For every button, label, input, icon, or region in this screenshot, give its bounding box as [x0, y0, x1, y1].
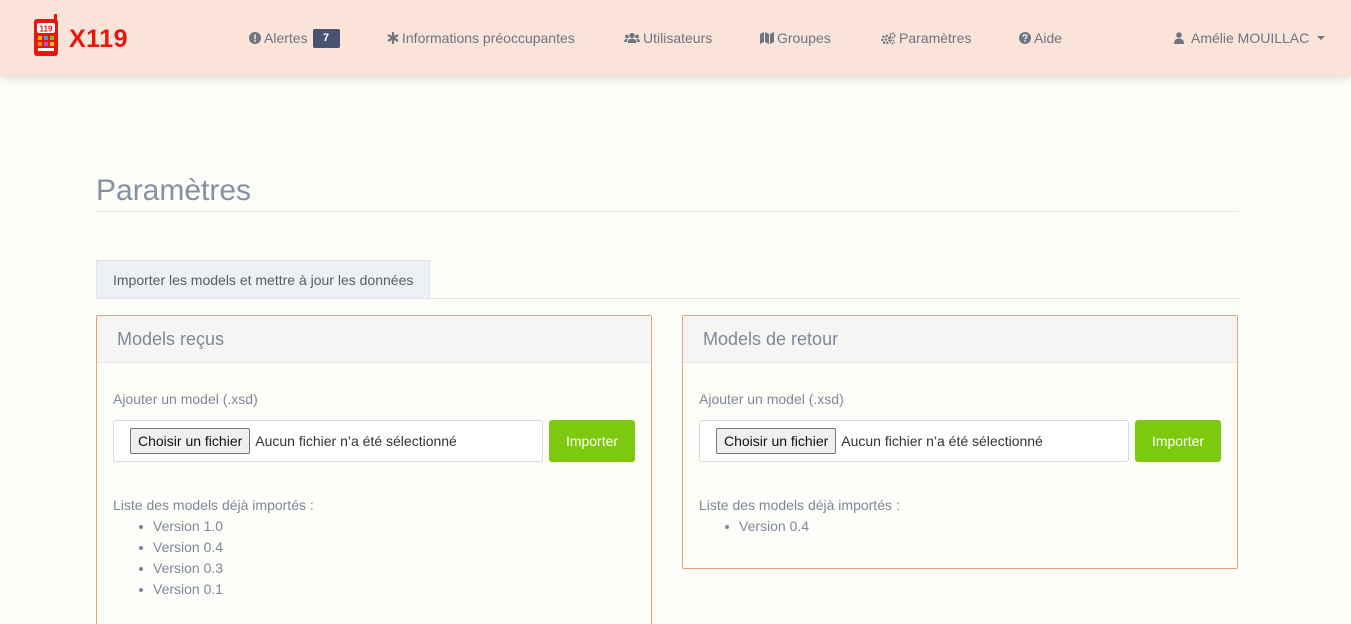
return-panel-title: Models de retour	[683, 316, 1237, 363]
list-item: Version 0.1	[137, 581, 223, 602]
return-models-panel: Models de retour Ajouter un model (.xsd)…	[682, 315, 1238, 569]
received-file-input[interactable]: Choisir un fichier Aucun fichier n’a été…	[113, 420, 543, 462]
return-version-list: Version 0.4	[723, 518, 809, 539]
received-file-status: Aucun fichier n’a été sélectionné	[255, 433, 457, 449]
nav-alerts[interactable]: Alertes 7	[249, 28, 340, 48]
received-field-label: Ajouter un model (.xsd)	[113, 391, 258, 407]
list-item: Version 1.0	[137, 518, 223, 539]
return-choose-file-button[interactable]: Choisir un fichier	[716, 428, 837, 454]
tab-divider	[96, 298, 1239, 299]
caret-down-icon	[1317, 36, 1326, 40]
received-models-panel: Models reçus Ajouter un model (.xsd) Cho…	[96, 315, 652, 624]
return-field-label: Ajouter un model (.xsd)	[699, 391, 844, 407]
return-file-input[interactable]: Choisir un fichier Aucun fichier n’a été…	[699, 420, 1129, 462]
map-icon	[760, 32, 774, 44]
brand-name: X119	[69, 24, 129, 53]
nav-groups[interactable]: Groupes	[760, 29, 831, 47]
tab-import-models[interactable]: Importer les models et mettre à jour les…	[96, 260, 430, 299]
users-icon	[624, 32, 640, 44]
user-menu[interactable]: Amélie MOUILLAC	[1174, 29, 1326, 47]
gears-icon	[880, 31, 896, 45]
nav-alerts-label: Alertes	[264, 30, 308, 46]
nav-settings-label: Paramètres	[899, 30, 972, 46]
return-list-label: Liste des models déjà importés :	[699, 497, 900, 513]
exclamation-circle-icon	[249, 32, 261, 44]
list-item: Version 0.4	[137, 539, 223, 560]
nav-help-label: Aide	[1034, 30, 1063, 46]
question-circle-icon	[1019, 32, 1031, 44]
nav-informations-label: Informations préoccupantes	[402, 30, 575, 46]
list-item: Version 0.3	[137, 560, 223, 581]
received-list-label: Liste des models déjà importés :	[113, 497, 314, 513]
nav-informations[interactable]: Informations préoccupantes	[387, 29, 575, 47]
brand-logo[interactable]: 119 X119	[31, 14, 128, 58]
title-divider	[96, 211, 1239, 212]
nav-users[interactable]: Utilisateurs	[624, 29, 712, 47]
phone-logo-icon: 119	[31, 14, 61, 58]
page-title: Paramètres	[96, 174, 252, 207]
return-import-button[interactable]: Importer	[1135, 420, 1221, 462]
asterisk-icon	[387, 32, 399, 44]
received-version-list: Version 1.0 Version 0.4 Version 0.3 Vers…	[137, 518, 223, 602]
nav-settings[interactable]: Paramètres	[880, 29, 971, 47]
user-name: Amélie MOUILLAC	[1191, 30, 1310, 46]
nav-users-label: Utilisateurs	[643, 30, 713, 46]
nav-help[interactable]: Aide	[1019, 29, 1062, 47]
top-navbar: 119 X119 Alertes 7 Informations préoccup…	[0, 0, 1351, 76]
logo-badge-text: 119	[40, 25, 53, 34]
user-icon	[1174, 32, 1184, 44]
list-item: Version 0.4	[723, 518, 809, 539]
alerts-count-badge: 7	[312, 28, 340, 48]
received-panel-title: Models reçus	[97, 316, 651, 363]
return-file-status: Aucun fichier n’a été sélectionné	[841, 433, 1043, 449]
received-choose-file-button[interactable]: Choisir un fichier	[130, 428, 251, 454]
nav-groups-label: Groupes	[777, 30, 831, 46]
received-import-button[interactable]: Importer	[549, 420, 635, 462]
